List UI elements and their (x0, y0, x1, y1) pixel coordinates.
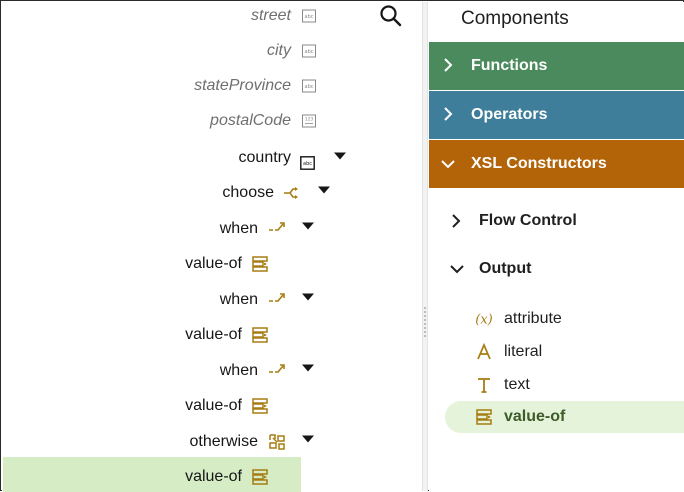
string-icon: abc (302, 79, 316, 93)
node-label: when (219, 291, 258, 308)
panel-title: Components (461, 8, 569, 29)
svg-text:abc: abc (305, 49, 314, 55)
string-icon: abc (302, 44, 316, 58)
node-label: country (238, 149, 291, 166)
choose-icon (283, 186, 301, 200)
value-of-icon (252, 398, 268, 414)
component-label: text (504, 376, 530, 393)
string-icon: abc (300, 156, 315, 170)
value-of-icon (252, 327, 268, 343)
target-node-value-of[interactable]: value-of (2, 392, 242, 420)
group-label: Flow Control (479, 212, 577, 229)
otherwise-icon (268, 434, 286, 450)
field-label: street (250, 7, 291, 24)
mapper-window: street abc city abc stateProvince abc po… (0, 0, 684, 492)
node-label: when (219, 220, 258, 237)
when-icon (268, 221, 286, 233)
expand-caret-icon[interactable] (318, 186, 330, 194)
svg-text:123: 123 (305, 117, 314, 123)
group-output[interactable]: Output (429, 253, 684, 285)
category-label: Operators (471, 106, 548, 123)
components-panel: Components Functions Operators XSL Const… (429, 2, 684, 491)
field-label: postalCode (210, 112, 291, 129)
target-node-when[interactable]: when (2, 357, 258, 385)
chevron-right-icon (444, 107, 453, 121)
target-node-otherwise[interactable]: otherwise (2, 428, 258, 456)
component-attribute[interactable]: (x) attribute (445, 303, 684, 335)
string-icon: abc (302, 9, 316, 23)
node-label: choose (222, 184, 274, 201)
group-flow-control[interactable]: Flow Control (429, 205, 684, 237)
node-label: value-of (185, 326, 242, 343)
search-button[interactable] (378, 3, 404, 29)
target-node-when[interactable]: when (2, 215, 258, 243)
svg-text:(x): (x) (475, 313, 492, 328)
node-label: when (219, 362, 258, 379)
value-of-icon (473, 406, 495, 428)
node-label: value-of (185, 255, 242, 272)
when-icon (268, 363, 286, 375)
value-of-icon (252, 256, 268, 272)
node-label: value-of (185, 468, 242, 485)
chevron-right-icon (452, 214, 461, 228)
target-node-value-of-selected[interactable]: value-of (2, 463, 242, 491)
search-icon (380, 5, 402, 27)
node-label: otherwise (189, 433, 258, 450)
component-label: value-of (504, 408, 566, 425)
number-icon: 123 (302, 114, 316, 128)
source-field-street[interactable]: street (2, 2, 291, 30)
category-label: XSL Constructors (471, 155, 607, 172)
target-node-when[interactable]: when (2, 286, 258, 314)
chevron-down-icon (441, 160, 455, 169)
field-label: city (267, 42, 291, 59)
expand-caret-icon[interactable] (302, 293, 314, 301)
when-icon (268, 292, 286, 304)
expand-caret-icon[interactable] (302, 222, 314, 230)
source-field-postalcode[interactable]: postalCode (2, 107, 291, 135)
target-node-value-of[interactable]: value-of (2, 250, 242, 278)
target-node-choose[interactable]: choose (2, 179, 274, 207)
category-label: Functions (471, 57, 548, 74)
source-field-stateprovince[interactable]: stateProvince (2, 72, 291, 100)
category-functions[interactable]: Functions (429, 42, 684, 90)
value-of-icon (252, 469, 268, 485)
source-field-city[interactable]: city (2, 37, 291, 65)
node-label: value-of (185, 397, 242, 414)
mapping-tree: street abc city abc stateProvince abc po… (2, 2, 422, 492)
expand-caret-icon[interactable] (302, 435, 314, 443)
target-node-value-of[interactable]: value-of (2, 321, 242, 349)
svg-text:abc: abc (303, 161, 312, 167)
component-label: literal (504, 343, 543, 360)
chevron-down-icon (450, 265, 464, 274)
field-label: stateProvince (194, 77, 291, 94)
component-text[interactable]: text (445, 369, 684, 401)
expand-caret-icon[interactable] (334, 152, 346, 160)
literal-icon (473, 341, 495, 363)
expand-caret-icon[interactable] (302, 364, 314, 372)
chevron-right-icon (444, 58, 453, 72)
category-operators[interactable]: Operators (429, 91, 684, 139)
component-literal[interactable]: literal (445, 336, 684, 368)
component-label: attribute (504, 310, 562, 327)
component-value-of[interactable]: value-of (445, 401, 684, 433)
text-icon (473, 374, 495, 396)
target-node-country[interactable]: country (2, 144, 291, 172)
splitter-grip-icon[interactable] (424, 307, 426, 337)
attribute-icon: (x) (473, 308, 495, 330)
svg-text:abc: abc (305, 14, 314, 20)
panel-splitter[interactable] (422, 2, 428, 491)
category-xsl-constructors[interactable]: XSL Constructors (429, 140, 684, 188)
group-label: Output (479, 260, 532, 277)
svg-text:abc: abc (305, 84, 314, 90)
